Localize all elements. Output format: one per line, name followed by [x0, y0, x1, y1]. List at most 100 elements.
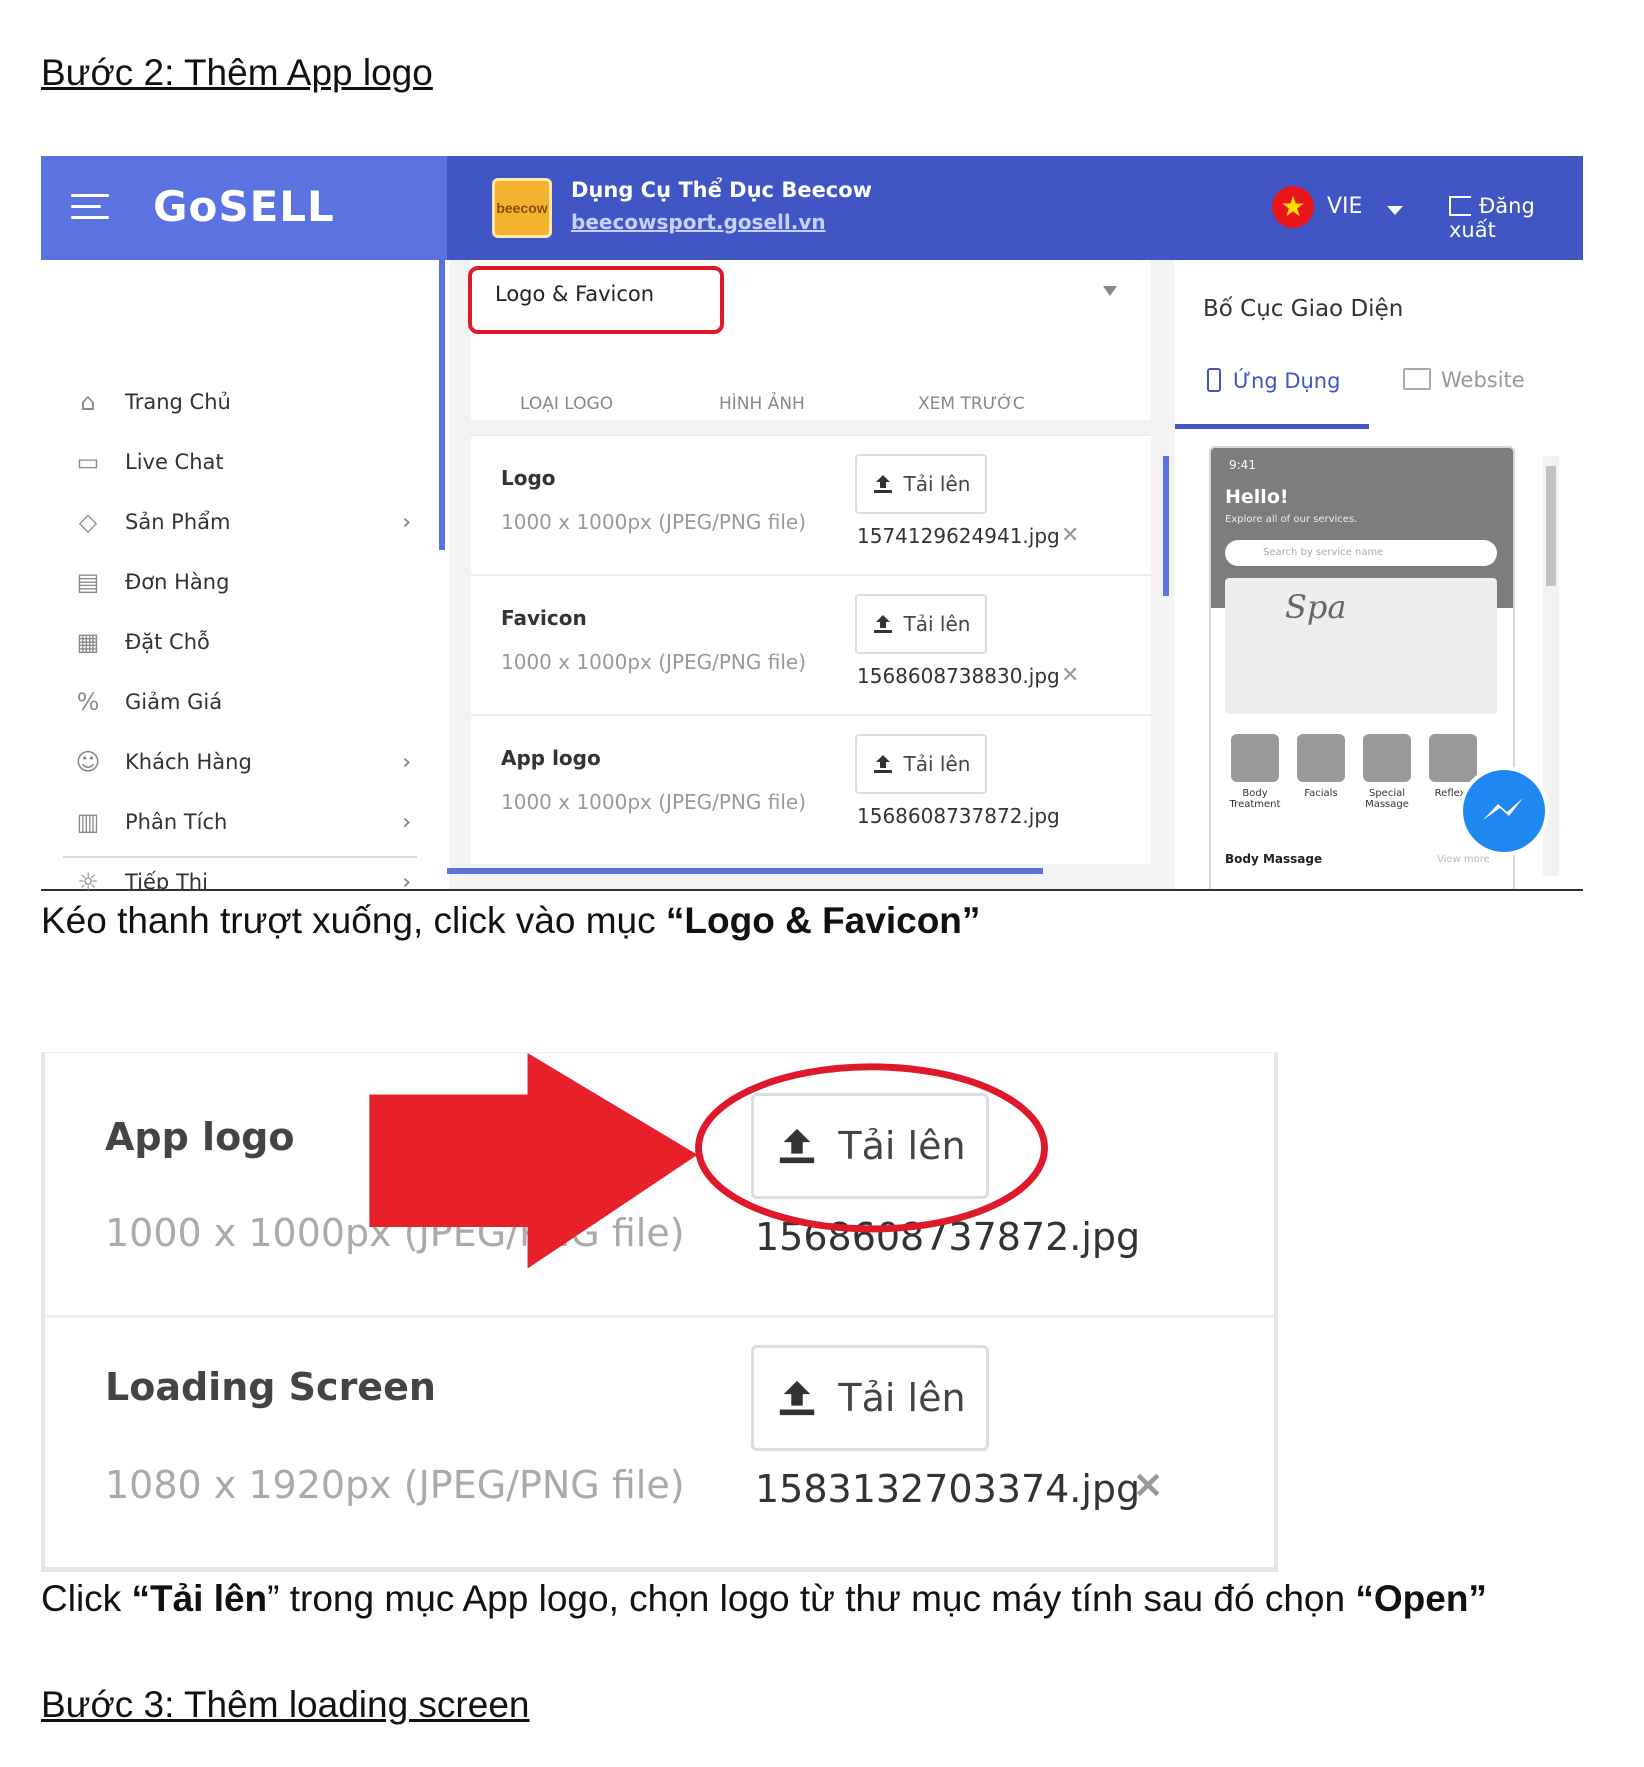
store-logo: beecow: [492, 178, 552, 238]
sidebar-divider: [63, 856, 417, 858]
chart-icon: ▥: [76, 808, 100, 836]
sidebar-item[interactable]: ▤ Đơn Hàng: [71, 562, 411, 602]
logout-icon: [1449, 196, 1471, 216]
store-name: Dụng Cụ Thể Dục Beecow: [571, 178, 873, 202]
calendar-icon: ▦: [76, 628, 100, 656]
tab-website[interactable]: Website: [1403, 368, 1525, 392]
phone-banner: Spa: [1225, 578, 1497, 714]
chevron-right-icon[interactable]: ›: [402, 810, 411, 835]
caret-down-icon[interactable]: [1103, 286, 1117, 296]
phone-greeting: Hello!: [1225, 486, 1289, 508]
home-icon: ⌂: [80, 388, 96, 416]
content-scrollbar[interactable]: [1163, 456, 1169, 596]
horizontal-scrollbar[interactable]: [447, 868, 1043, 874]
brand-logo[interactable]: GoSELL: [153, 182, 335, 231]
preview-title: Bố Cục Giao Diện: [1203, 296, 1404, 322]
brand-bar: GoSELL: [41, 156, 447, 260]
zoom-row-spec: 1000 x 1000px (JPEG/PNG file): [105, 1211, 685, 1255]
chevron-right-icon[interactable]: ›: [402, 870, 411, 892]
upload-button[interactable]: Tải lên: [855, 454, 987, 514]
sidebar-item[interactable]: ☼ Tiếp Thị ›: [71, 862, 411, 891]
menu-icon[interactable]: [71, 194, 109, 220]
chevron-down-icon[interactable]: [1387, 206, 1403, 215]
phone-subtitle: Explore all of our services.: [1225, 514, 1358, 525]
upload-button[interactable]: Tải lên: [855, 594, 987, 654]
header-bar: beecow Dụng Cụ Thể Dục Beecow beecowspor…: [447, 156, 1583, 260]
row-spec: 1000 x 1000px (JPEG/PNG file): [501, 650, 807, 674]
column-header-type: LOẠI LOGO: [520, 394, 614, 414]
logout-button[interactable]: Đăng xuất: [1449, 194, 1583, 242]
step2-heading: Bước 2: Thêm App logo: [41, 52, 433, 93]
sidebar-item[interactable]: ▥ Phân Tích ›: [71, 802, 411, 842]
sidebar-item[interactable]: ▭ Live Chat: [71, 442, 411, 482]
sidebar-item[interactable]: ⌂ Trang Chủ: [71, 382, 411, 422]
sidebar-item[interactable]: ☺ Khách Hàng ›: [71, 742, 411, 782]
messenger-icon[interactable]: [1459, 766, 1549, 856]
zoom-row-spec: 1080 x 1920px (JPEG/PNG file): [105, 1463, 685, 1507]
column-header-preview: XEM TRƯỚC: [918, 394, 1025, 414]
zoom-row-name: App logo: [105, 1115, 295, 1159]
caption-text: ” trong mục App logo, chọn logo từ thư m…: [267, 1578, 1356, 1619]
sidebar-item[interactable]: % Giảm Giá: [71, 682, 411, 722]
remove-icon[interactable]: ✕: [1133, 1465, 1163, 1507]
tab-app-label: Ứng Dụng: [1233, 369, 1341, 393]
remove-icon[interactable]: ✕: [1061, 662, 1079, 688]
sidebar-item-label: Phân Tích: [125, 810, 228, 834]
store-url-link[interactable]: beecowsport.gosell.vn: [571, 210, 826, 234]
discount-icon: %: [76, 688, 100, 716]
file-name: 1568608737872.jpg: [857, 804, 1060, 828]
upload-label: Tải lên: [838, 1376, 966, 1420]
sidebar-item-label: Khách Hàng: [125, 750, 252, 774]
row-name: Logo: [501, 466, 556, 490]
upload-icon: [873, 615, 892, 633]
caption-text: Kéo thanh trượt xuống, click vào mục: [41, 900, 666, 941]
category-item: Facials: [1291, 734, 1351, 799]
messenger-glyph: [1483, 798, 1523, 820]
sidebar-scrollbar[interactable]: [439, 260, 445, 550]
sidebar-item[interactable]: ▦ Đặt Chỗ: [71, 622, 411, 662]
table-row: Logo 1000 x 1000px (JPEG/PNG file) Tải l…: [471, 434, 1151, 574]
category-image: [1297, 734, 1345, 782]
upload-label: Tải lên: [838, 1124, 966, 1168]
phone-icon: [1207, 368, 1221, 392]
upload-label: Tải lên: [903, 612, 971, 636]
remove-icon[interactable]: ✕: [1061, 522, 1079, 548]
row-name: Favicon: [501, 606, 587, 630]
sidebar-item-label: Live Chat: [125, 450, 224, 474]
bulb-icon: ☼: [77, 868, 99, 891]
upload-icon: [780, 1128, 815, 1164]
column-header-image: HÌNH ẢNH: [719, 394, 805, 414]
category-label: Special Massage: [1365, 788, 1409, 810]
category-item: Special Massage: [1357, 734, 1417, 810]
caption-bold: “Open”: [1355, 1578, 1487, 1619]
browser-icon: [1403, 368, 1431, 390]
file-name: 1574129624941.jpg: [857, 524, 1060, 548]
upload-icon: [873, 475, 892, 493]
preview-scroll-thumb[interactable]: [1546, 466, 1556, 586]
row-name: App logo: [501, 746, 601, 770]
users-icon: ☺: [75, 748, 101, 776]
upload-button[interactable]: Tải lên: [751, 1345, 989, 1451]
sidebar-item-label: Sản Phẩm: [125, 510, 231, 534]
caption-step2-scroll: Kéo thanh trượt xuống, click vào mục “Lo…: [41, 900, 980, 942]
category-label: Facials: [1304, 788, 1338, 799]
upload-button[interactable]: Tải lên: [751, 1093, 989, 1199]
tab-app[interactable]: Ứng Dụng: [1207, 368, 1340, 393]
caption-step2-upload: Click “Tải lên” trong mục App logo, chọn…: [41, 1578, 1487, 1620]
row-spec: 1000 x 1000px (JPEG/PNG file): [501, 510, 807, 534]
row-divider: [45, 1315, 1274, 1318]
upload-icon: [873, 755, 892, 773]
caption-text: Click: [41, 1578, 132, 1619]
vietnam-flag-icon[interactable]: ★: [1272, 186, 1314, 228]
language-select[interactable]: VIE: [1327, 194, 1362, 219]
category-item: Body Treatment: [1225, 734, 1285, 810]
phone-time: 9:41: [1229, 458, 1256, 472]
file-name: 1568608738830.jpg: [857, 664, 1060, 688]
sidebar-item[interactable]: ◇ Sản Phẩm ›: [71, 502, 411, 542]
chat-icon: ▭: [76, 448, 100, 476]
chevron-right-icon[interactable]: ›: [402, 510, 411, 535]
caption-bold: “Logo & Favicon”: [665, 900, 981, 941]
banner-text: Spa: [1285, 588, 1347, 626]
upload-button[interactable]: Tải lên: [855, 734, 987, 794]
chevron-right-icon[interactable]: ›: [402, 750, 411, 775]
